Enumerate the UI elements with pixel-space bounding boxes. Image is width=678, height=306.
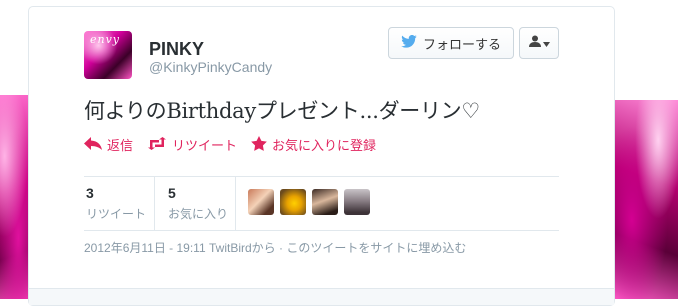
tweet-actions: 返信 リツイート お気に入りに登録 [84,135,376,154]
timestamp-link[interactable]: 2012年6月11日 - 19:11 [84,241,206,255]
stats-divider-top [84,176,559,177]
background-art-right [612,100,678,299]
favoriter-avatar[interactable] [344,189,370,215]
favorite-count: 5 [168,185,176,201]
card-footer-strip [29,288,614,305]
meta-separator: · [279,241,284,255]
screen-name[interactable]: @KinkyPinkyCandy [149,59,272,75]
display-name[interactable]: PINKY [149,39,204,60]
user-icon [528,34,541,52]
stats-divider-bottom [84,230,559,231]
tweet-text: 何よりのBirthdayプレゼント...ダーリン♡ [84,99,480,123]
stat-separator [154,177,155,230]
follow-button[interactable]: フォローする [388,27,514,59]
star-icon [251,135,267,154]
caret-down-icon [542,34,550,52]
favorite-action[interactable]: お気に入りに登録 [251,135,376,154]
tweet-card: envy PINKY @KinkyPinkyCandy フォローする 何よりのB… [28,6,615,306]
favorite-count-stat[interactable]: 5 お気に入り [168,185,228,222]
favorite-label: お気に入りに登録 [272,138,377,153]
reply-action[interactable]: 返信 [84,135,133,154]
favoriter-avatar[interactable] [280,189,306,215]
avatar[interactable]: envy [84,31,132,79]
favorite-count-label: お気に入り [168,207,229,221]
retweet-label: リツイート [172,138,238,153]
reply-icon [84,136,102,153]
retweet-count: 3 [86,185,94,201]
retweet-count-label: リツイート [86,207,147,221]
retweet-count-stat[interactable]: 3 リツイート [86,185,146,222]
reply-label: 返信 [107,138,134,153]
retweet-action[interactable]: リツイート [147,135,237,154]
stat-separator [235,177,236,230]
favoriters-avatars [248,189,370,215]
user-actions-dropdown[interactable] [519,27,559,59]
source-link[interactable]: TwitBirdから [209,241,276,255]
twitter-bird-icon [401,34,417,51]
retweet-icon [147,136,167,153]
embed-tweet-link[interactable]: このツイートをサイトに埋め込む [286,241,466,255]
favoriter-avatar[interactable] [312,189,338,215]
favoriter-avatar[interactable] [248,189,274,215]
follow-button-label: フォローする [422,36,501,52]
avatar-logo-text: envy [90,33,121,46]
tweet-metadata: 2012年6月11日 - 19:11 TwitBirdから · このツイートをサ… [84,239,466,256]
